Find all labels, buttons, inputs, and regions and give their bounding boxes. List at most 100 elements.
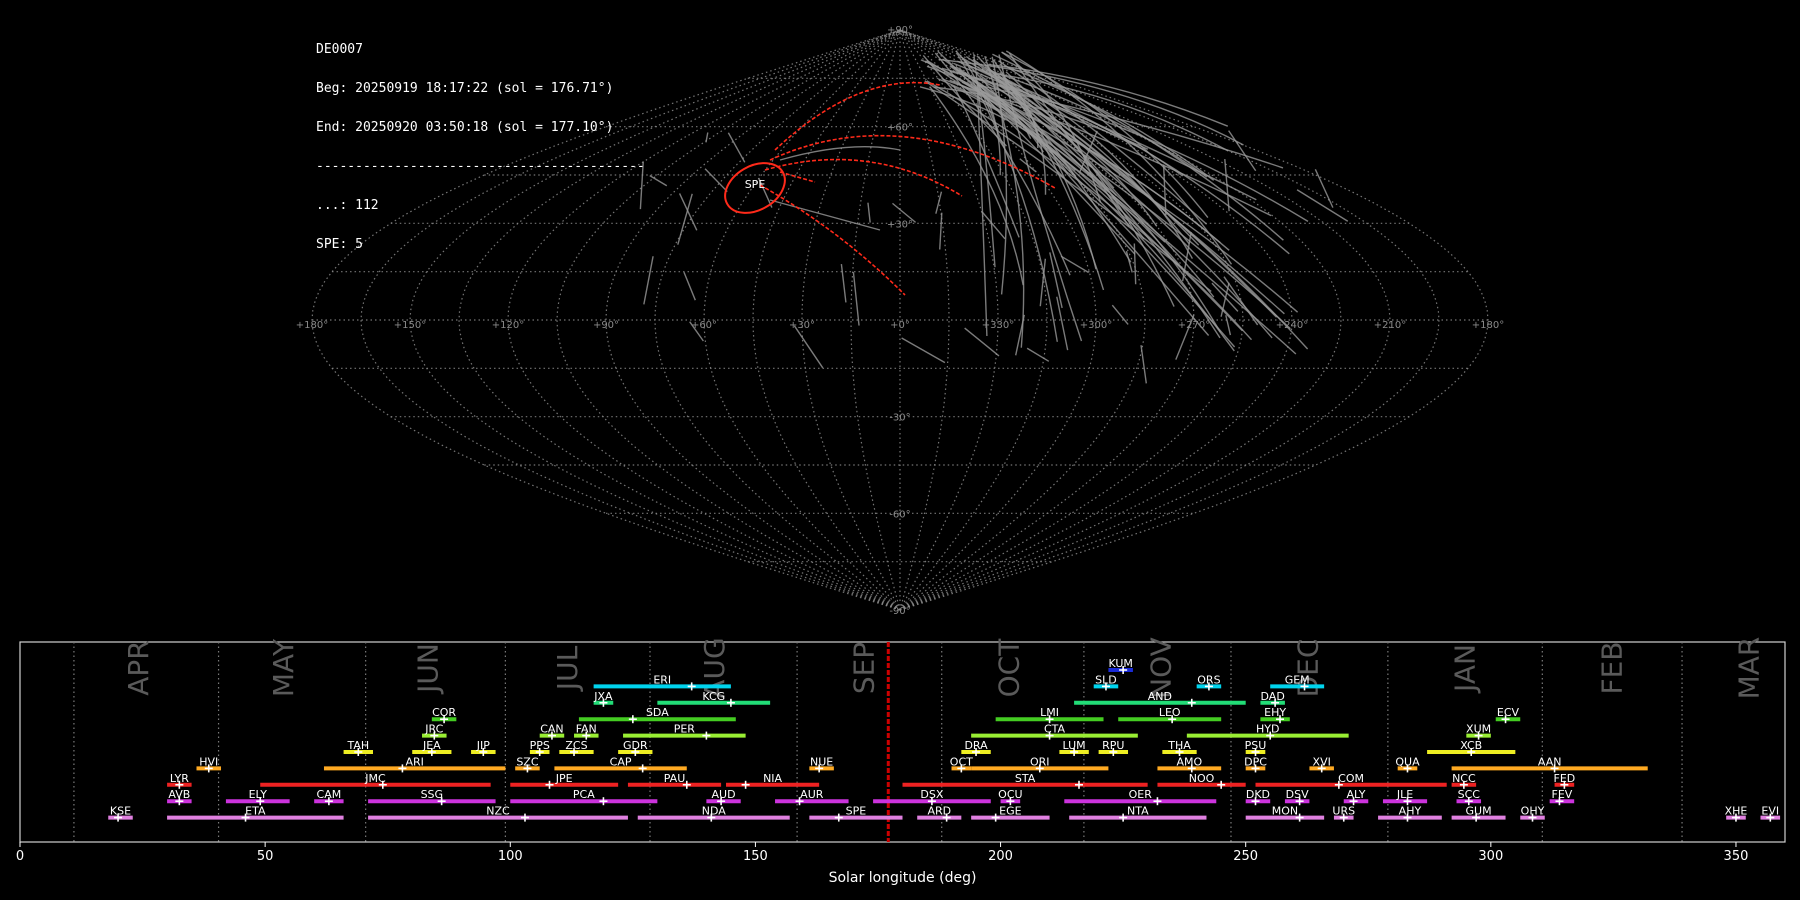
shower-code-label: AND	[1148, 690, 1172, 703]
sporadic-trail	[769, 199, 881, 231]
sporadic-trail	[1228, 130, 1257, 172]
sporadic-trail	[1015, 314, 1025, 356]
shower-code-label: PSU	[1245, 739, 1267, 752]
sporadic-trail	[1314, 169, 1334, 208]
longitude-tick-label: +240°	[1276, 320, 1308, 331]
shower-timeline-axes: APR MAY JUN JUL AUG SEP OCT NOV DEC JAN FEB MARKUME…	[16, 637, 1786, 886]
info-separator: ----------------------------------------…	[316, 159, 645, 174]
meteor-trails	[639, 50, 1349, 384]
latitude-tick-label: +60°	[887, 123, 913, 134]
shower-code-label: DSX	[920, 788, 943, 801]
shower-code-label: JLE	[1396, 788, 1413, 801]
shower-code-label: ETA	[245, 805, 266, 818]
sporadic-trail	[1296, 189, 1349, 222]
month-label: APR	[122, 640, 155, 696]
shower-code-label: LYR	[170, 772, 189, 785]
shower-code-label: ZCS	[565, 739, 587, 752]
shower-code-label: FAN	[576, 723, 597, 736]
shower-code-label: ORI	[1030, 755, 1050, 768]
x-tick-label: 50	[257, 849, 274, 864]
longitude-tick-label: +300°	[1080, 320, 1112, 331]
shower-code-label: LMI	[1040, 706, 1059, 719]
longitude-tick-label: +210°	[1374, 320, 1406, 331]
shower-code-label: AMO	[1176, 755, 1202, 768]
shower-code-label: PAU	[664, 772, 686, 785]
month-label: JUL	[551, 645, 584, 692]
shower-code-label: THA	[1167, 739, 1191, 752]
shower-code-label: ELY	[249, 788, 268, 801]
month-label: MAY	[267, 638, 300, 697]
month-label: MAR	[1733, 637, 1766, 700]
sporadic-trail	[901, 337, 946, 364]
shower-code-label: XCB	[1460, 739, 1482, 752]
shower-code-label: SCC	[1458, 788, 1481, 801]
sporadic-trail	[1111, 304, 1129, 325]
shower-code-label: GUM	[1466, 805, 1492, 818]
sporadic-trail	[840, 263, 847, 303]
longitude-tick-label: +60°	[691, 320, 717, 331]
shower-code-label: JRC	[424, 723, 443, 736]
sporadic-trail	[649, 175, 668, 187]
shower-code-label: DSV	[1286, 788, 1309, 801]
end-time: End: 20250920 03:50:18 (sol = 177.10°)	[316, 120, 614, 135]
shower-code-label: PER	[674, 723, 696, 736]
spe-highlight-ellipse: SPE	[724, 162, 786, 214]
shower-code-label: ARD	[927, 805, 951, 818]
shower-code-label: XUM	[1466, 723, 1491, 736]
shower-code-label: ERI	[653, 673, 671, 686]
shower-code-label: OHY	[1521, 805, 1545, 818]
sporadic-trail	[704, 168, 728, 193]
shower-code-label: DPC	[1244, 755, 1267, 768]
sporadic-trail	[683, 271, 696, 301]
shower-code-label: COM	[1338, 772, 1364, 785]
shower-code-label: JMC	[364, 772, 386, 785]
shower-code-label: CAM	[317, 788, 342, 801]
shower-code-label: JXA	[593, 690, 613, 703]
shower-code-label: RPU	[1102, 739, 1124, 752]
shower-code-label: NOO	[1189, 772, 1215, 785]
longitude-tick-label: +120°	[492, 320, 524, 331]
shower-code-label: AVB	[168, 788, 190, 801]
shower-code-label: PCA	[573, 788, 595, 801]
info-box: DE0007 Beg: 20250919 18:17:22 (sol = 176…	[316, 17, 645, 264]
sporadic-trail	[939, 212, 943, 250]
shower-code-label: FEV	[1552, 788, 1573, 801]
sporadic-trail	[964, 327, 1000, 357]
shower-code-label: XHE	[1725, 805, 1748, 818]
shower-code-label: JEA	[422, 739, 441, 752]
month-label: DEC	[1291, 639, 1324, 698]
x-tick-label: 350	[1724, 849, 1749, 864]
x-tick-label: 250	[1233, 849, 1258, 864]
sporadic-trail	[867, 202, 871, 223]
shower-code-label: XVI	[1313, 755, 1331, 768]
x-tick-label: 100	[498, 849, 523, 864]
shower-code-label: PPS	[530, 739, 550, 752]
x-tick-label: 200	[988, 849, 1013, 864]
shower-code-label: LUM	[1063, 739, 1086, 752]
shower-code-label: EGE	[999, 805, 1021, 818]
sporadic-count: ...: 112	[316, 198, 379, 213]
shower-code-label: NIA	[763, 772, 782, 785]
shower-code-label: JIP	[476, 739, 490, 752]
sporadic-trail	[1140, 345, 1148, 384]
x-tick-label: 300	[1478, 849, 1503, 864]
shower-code-label: AUR	[800, 788, 824, 801]
sporadic-trail	[727, 132, 746, 163]
month-label: JUN	[411, 643, 444, 695]
month-label: JAN	[1448, 644, 1481, 694]
shower-code-label: OCU	[998, 788, 1022, 801]
station-id: DE0007	[316, 42, 363, 57]
shower-code-label: EVI	[1761, 805, 1779, 818]
x-tick-label: 0	[16, 849, 24, 864]
shower-code-label: LEO	[1159, 706, 1181, 719]
shower-code-label: MON	[1272, 805, 1298, 818]
shower-code-label: URS	[1332, 805, 1355, 818]
sporadic-trail	[793, 325, 824, 369]
month-label: SEP	[848, 642, 881, 694]
shower-code-label: CAP	[610, 755, 632, 768]
shower-code-label: SLD	[1095, 673, 1117, 686]
latitude-tick-label: +30°	[887, 219, 913, 230]
longitude-tick-label: +30°	[789, 320, 815, 331]
shower-code-label: STA	[1015, 772, 1036, 785]
shower-code-label: AUD	[712, 788, 736, 801]
